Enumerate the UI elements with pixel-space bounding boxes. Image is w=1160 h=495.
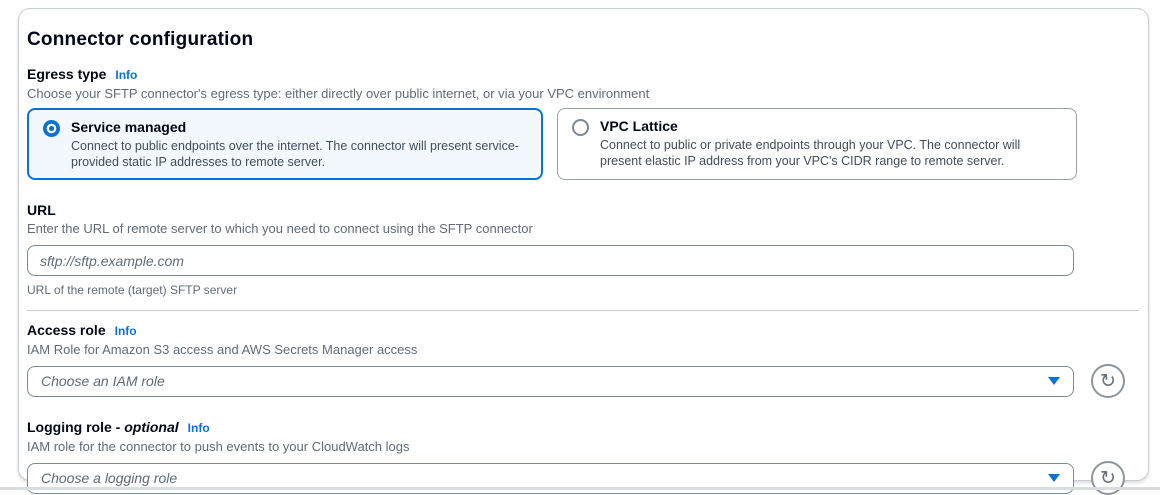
logging-role-info-link[interactable]: Info	[188, 420, 210, 437]
logging-role-label-prefix: Logging role -	[27, 419, 124, 435]
page-title: Connector configuration	[27, 29, 1136, 51]
access-role-label-row: Access role Info	[27, 322, 1136, 340]
caret-down-icon	[1048, 377, 1060, 385]
refresh-icon: ↻	[1100, 469, 1116, 488]
connector-configuration-panel: Connector configuration Egress type Info…	[18, 8, 1149, 481]
radio-checked-icon[interactable]	[43, 120, 60, 137]
access-role-refresh-button[interactable]: ↻	[1091, 364, 1125, 398]
access-role-select-row: Choose an IAM role ↻	[27, 364, 1136, 398]
logging-role-select-value: Choose a logging role	[41, 470, 177, 486]
url-section: URL Enter the URL of remote server to wh…	[27, 202, 1136, 297]
url-constraint-text: URL of the remote (target) SFTP server	[27, 283, 1136, 297]
access-role-select[interactable]: Choose an IAM role	[27, 366, 1074, 397]
url-label: URL	[27, 202, 56, 219]
logging-role-label-row: Logging role - optional Info	[27, 419, 1136, 437]
radio-unchecked-icon[interactable]	[572, 119, 589, 136]
logging-role-description: IAM role for the connector to push event…	[27, 439, 1136, 455]
tile-vpc-lattice-text: VPC Lattice Connect to public or private…	[600, 118, 1062, 169]
url-description: Enter the URL of remote server to which …	[27, 221, 1136, 237]
egress-type-section: Egress type Info Choose your SFTP connec…	[27, 66, 1136, 180]
egress-type-label-row: Egress type Info	[27, 66, 1136, 84]
access-role-label: Access role	[27, 322, 106, 339]
tile-service-managed-text: Service managed Connect to public endpoi…	[71, 119, 527, 170]
logging-role-label-optional: optional	[124, 419, 178, 435]
tile-vpc-lattice[interactable]: VPC Lattice Connect to public or private…	[557, 108, 1077, 180]
access-role-info-link[interactable]: Info	[115, 323, 137, 340]
access-role-section: Access role Info IAM Role for Amazon S3 …	[27, 322, 1136, 398]
logging-role-label: Logging role - optional	[27, 419, 179, 436]
egress-type-description: Choose your SFTP connector's egress type…	[27, 86, 1136, 102]
section-divider	[27, 310, 1139, 311]
egress-type-label: Egress type	[27, 66, 106, 83]
tile-service-managed[interactable]: Service managed Connect to public endpoi…	[27, 108, 543, 180]
tile-service-managed-description: Connect to public endpoints over the int…	[71, 138, 527, 170]
egress-type-info-link[interactable]: Info	[115, 67, 137, 84]
tile-service-managed-label: Service managed	[71, 119, 527, 136]
egress-type-tiles: Service managed Connect to public endpoi…	[27, 108, 1136, 180]
access-role-description: IAM Role for Amazon S3 access and AWS Se…	[27, 342, 1136, 358]
url-label-row: URL	[27, 202, 1136, 219]
tile-vpc-lattice-description: Connect to public or private endpoints t…	[600, 137, 1062, 169]
refresh-icon: ↻	[1100, 372, 1116, 391]
caret-down-icon	[1048, 474, 1060, 482]
tile-vpc-lattice-label: VPC Lattice	[600, 118, 1062, 135]
url-input[interactable]	[27, 245, 1074, 276]
logging-role-section: Logging role - optional Info IAM role fo…	[27, 419, 1136, 495]
access-role-select-value: Choose an IAM role	[41, 373, 165, 389]
